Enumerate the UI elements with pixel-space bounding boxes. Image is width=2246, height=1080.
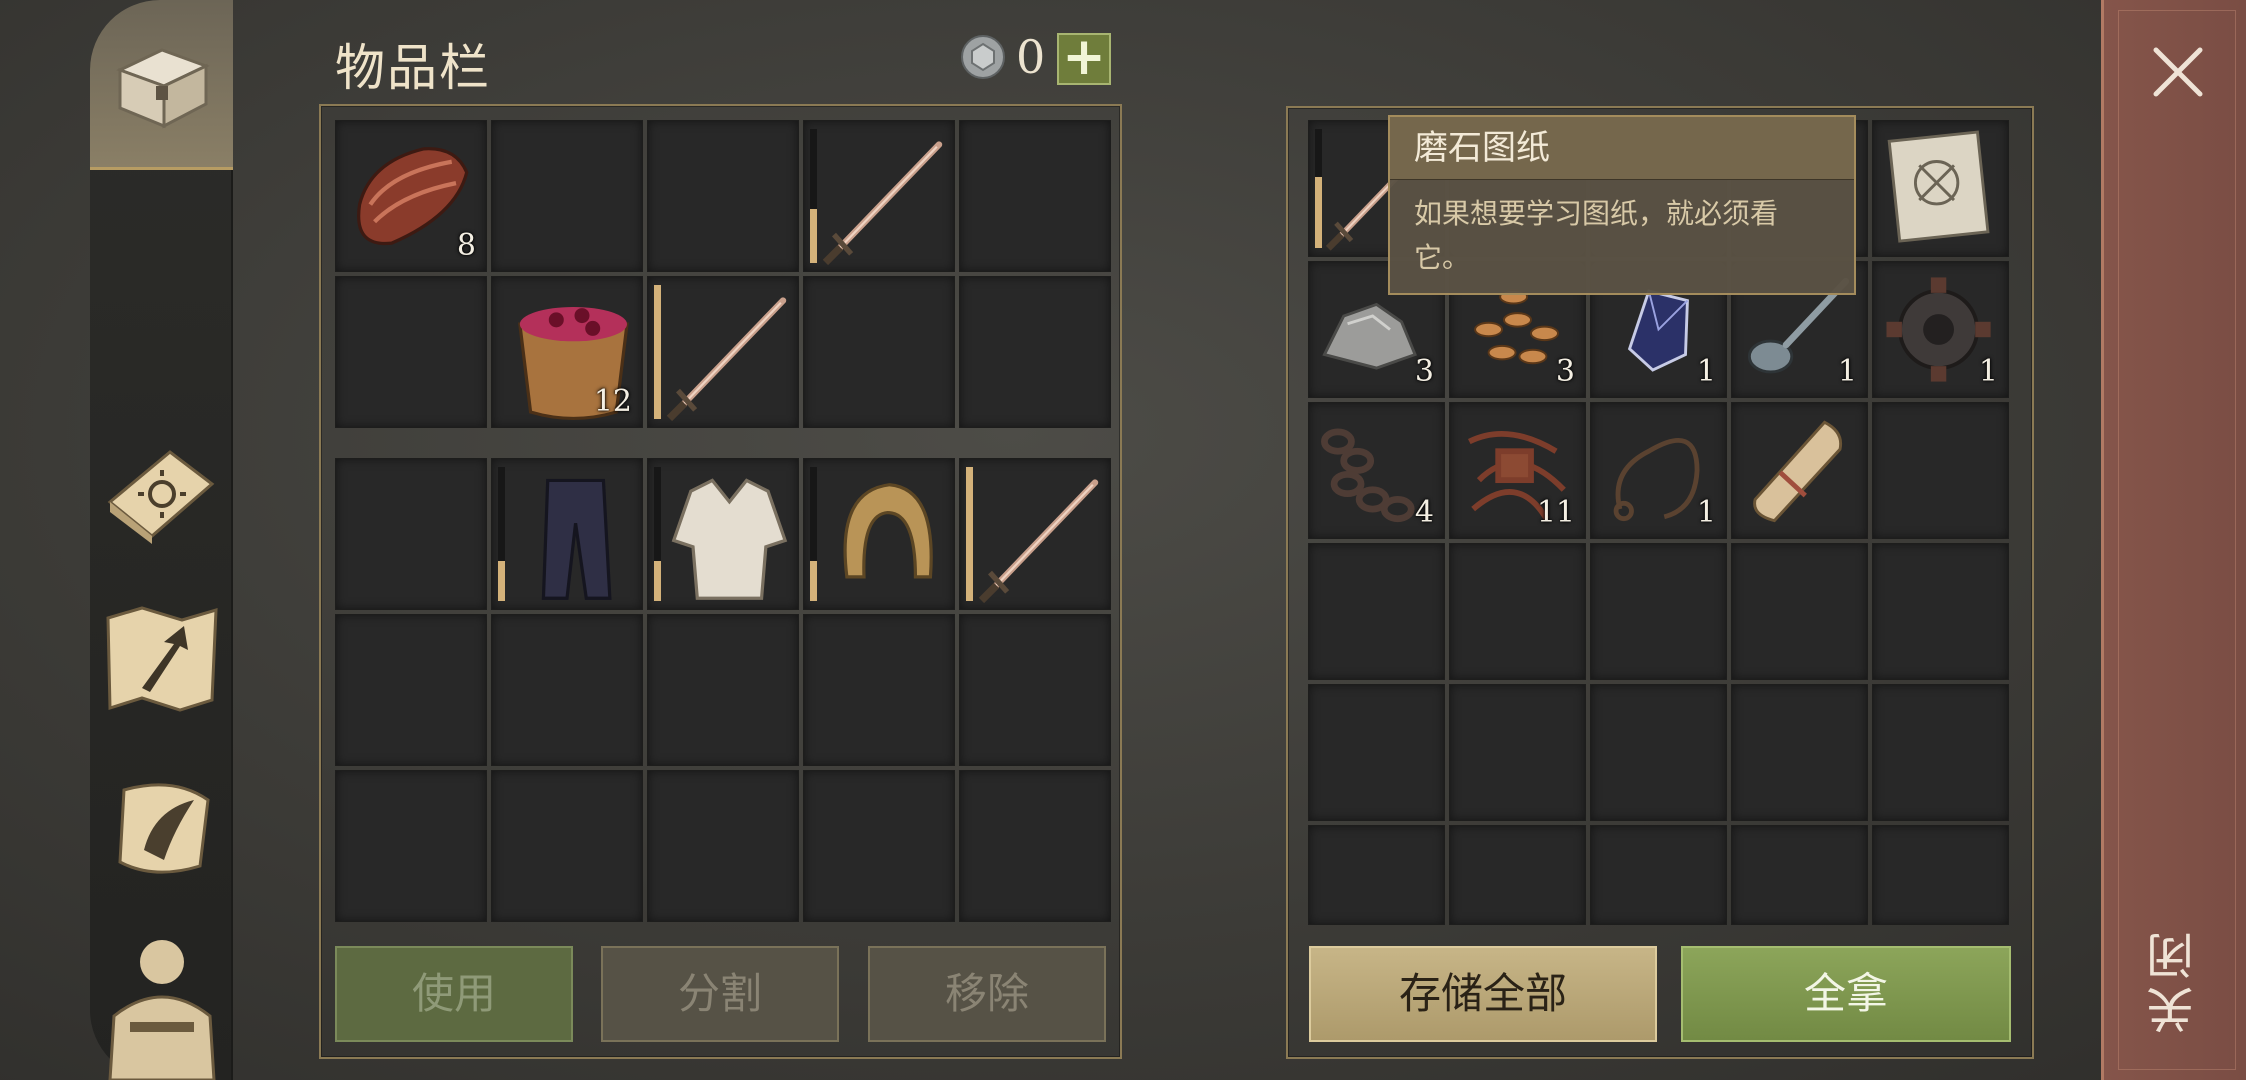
- item-quantity: 11: [1536, 495, 1575, 530]
- storage-slot[interactable]: [1731, 684, 1868, 821]
- durability-bar: [498, 467, 505, 601]
- durability-bar: [1315, 129, 1322, 248]
- inventory-empty-grid: [335, 614, 1111, 922]
- durability-bar: [966, 467, 973, 601]
- durability-bar: [810, 467, 817, 601]
- storage-slot[interactable]: [1731, 825, 1868, 925]
- storage-slot[interactable]: [1449, 825, 1586, 925]
- game-screen: 物品栏 0 + 8 12 使用 分割 移除 3 3 1 1 1 4 11 1 存储全部 全拿 磨…: [0, 0, 2246, 1080]
- equipment-grid: [335, 458, 1111, 610]
- add-currency-button[interactable]: +: [1057, 31, 1111, 85]
- equipment-slot[interactable]: [647, 458, 799, 610]
- storage-slot[interactable]: [1731, 402, 1868, 539]
- storage-slot[interactable]: [1308, 684, 1445, 821]
- inventory-slot[interactable]: [335, 614, 487, 766]
- inventory-slot[interactable]: [803, 614, 955, 766]
- shirt-icon: [671, 478, 788, 600]
- storage-slot[interactable]: [1308, 825, 1445, 925]
- character-icon[interactable]: [100, 930, 224, 1080]
- hood-icon: [843, 483, 933, 579]
- inventory-slot[interactable]: [959, 276, 1111, 428]
- inventory-slot[interactable]: [803, 770, 955, 922]
- item-quantity: 3: [1414, 354, 1434, 389]
- close-icon[interactable]: [2150, 44, 2206, 100]
- storage-slot[interactable]: [1590, 543, 1727, 680]
- item-quantity: 12: [593, 384, 632, 419]
- storage-slot[interactable]: 1: [1590, 402, 1727, 539]
- storage-slot[interactable]: [1590, 684, 1727, 821]
- tooltip-title: 磨石图纸: [1390, 117, 1854, 180]
- equipment-slot[interactable]: [959, 458, 1111, 610]
- split-button[interactable]: 分割: [601, 946, 839, 1042]
- sword-icon: [822, 141, 943, 266]
- item-quantity: 1: [1837, 354, 1857, 389]
- inventory-slot[interactable]: [647, 120, 799, 272]
- inventory-slot[interactable]: [491, 120, 643, 272]
- take-all-button[interactable]: 全拿: [1681, 946, 2011, 1042]
- inventory-title: 物品栏: [335, 39, 491, 97]
- storage-slot[interactable]: [1590, 825, 1727, 925]
- sword-icon: [666, 297, 787, 422]
- equipment-slot[interactable]: [335, 458, 487, 610]
- inventory-slot[interactable]: 12: [491, 276, 643, 428]
- use-button[interactable]: 使用: [335, 946, 573, 1042]
- inventory-slot[interactable]: [491, 770, 643, 922]
- silver-coin-icon: [961, 35, 1005, 79]
- equipment-slot[interactable]: [803, 458, 955, 610]
- inventory-slot[interactable]: [647, 614, 799, 766]
- storage-slot[interactable]: 1: [1872, 261, 2009, 398]
- inventory-slot[interactable]: 8: [335, 120, 487, 272]
- blueprint-icon: [1887, 130, 1990, 243]
- chest-icon[interactable]: [102, 22, 222, 142]
- remove-button[interactable]: 移除: [868, 946, 1106, 1042]
- scroll-icon: [1753, 420, 1843, 523]
- currency-count: 0: [1016, 30, 1046, 84]
- close-label[interactable]: 关闭: [2140, 920, 2220, 1040]
- storage-slot[interactable]: [1449, 543, 1586, 680]
- item-quantity: 8: [456, 228, 476, 263]
- item-quantity: 1: [1696, 354, 1716, 389]
- item-tooltip: 磨石图纸 如果想要学习图纸，就必须看它。: [1388, 115, 1856, 295]
- inventory-slot[interactable]: [959, 614, 1111, 766]
- inventory-slot[interactable]: [959, 120, 1111, 272]
- storage-slot[interactable]: 4: [1308, 402, 1445, 539]
- inventory-slot[interactable]: [803, 120, 955, 272]
- durability-bar: [654, 467, 661, 601]
- inventory-grid: 8 12: [335, 120, 1111, 428]
- map-icon[interactable]: [102, 600, 222, 720]
- item-quantity: 1: [1696, 495, 1716, 530]
- sword-icon: [978, 479, 1099, 604]
- storage-slot[interactable]: [1872, 120, 2009, 257]
- book-icon[interactable]: [100, 432, 220, 552]
- durability-bar: [810, 129, 817, 263]
- inventory-slot[interactable]: [335, 276, 487, 428]
- inventory-slot[interactable]: [803, 276, 955, 428]
- inventory-slot[interactable]: [959, 770, 1111, 922]
- storage-slot[interactable]: [1308, 543, 1445, 680]
- durability-bar: [654, 285, 661, 419]
- item-quantity: 1: [1978, 354, 1998, 389]
- item-quantity: 3: [1555, 354, 1575, 389]
- quest-scroll-icon[interactable]: [104, 770, 224, 890]
- close-panel[interactable]: [2101, 0, 2246, 1080]
- storage-slot[interactable]: 11: [1449, 402, 1586, 539]
- storage-slot[interactable]: [1872, 543, 2009, 680]
- pants-icon: [541, 478, 612, 600]
- equipment-slot[interactable]: [491, 458, 643, 610]
- storage-slot[interactable]: [1872, 684, 2009, 821]
- item-quantity: 4: [1414, 495, 1434, 530]
- inventory-slot[interactable]: [491, 614, 643, 766]
- tooltip-description: 如果想要学习图纸，就必须看它。: [1414, 197, 1779, 274]
- inventory-slot[interactable]: [335, 770, 487, 922]
- inventory-slot[interactable]: [647, 770, 799, 922]
- storage-slot[interactable]: [1872, 825, 2009, 925]
- storage-slot[interactable]: [1872, 402, 2009, 539]
- storage-slot[interactable]: [1449, 684, 1586, 821]
- inventory-slot[interactable]: [647, 276, 799, 428]
- store-all-button[interactable]: 存储全部: [1309, 946, 1657, 1042]
- storage-slot[interactable]: [1731, 543, 1868, 680]
